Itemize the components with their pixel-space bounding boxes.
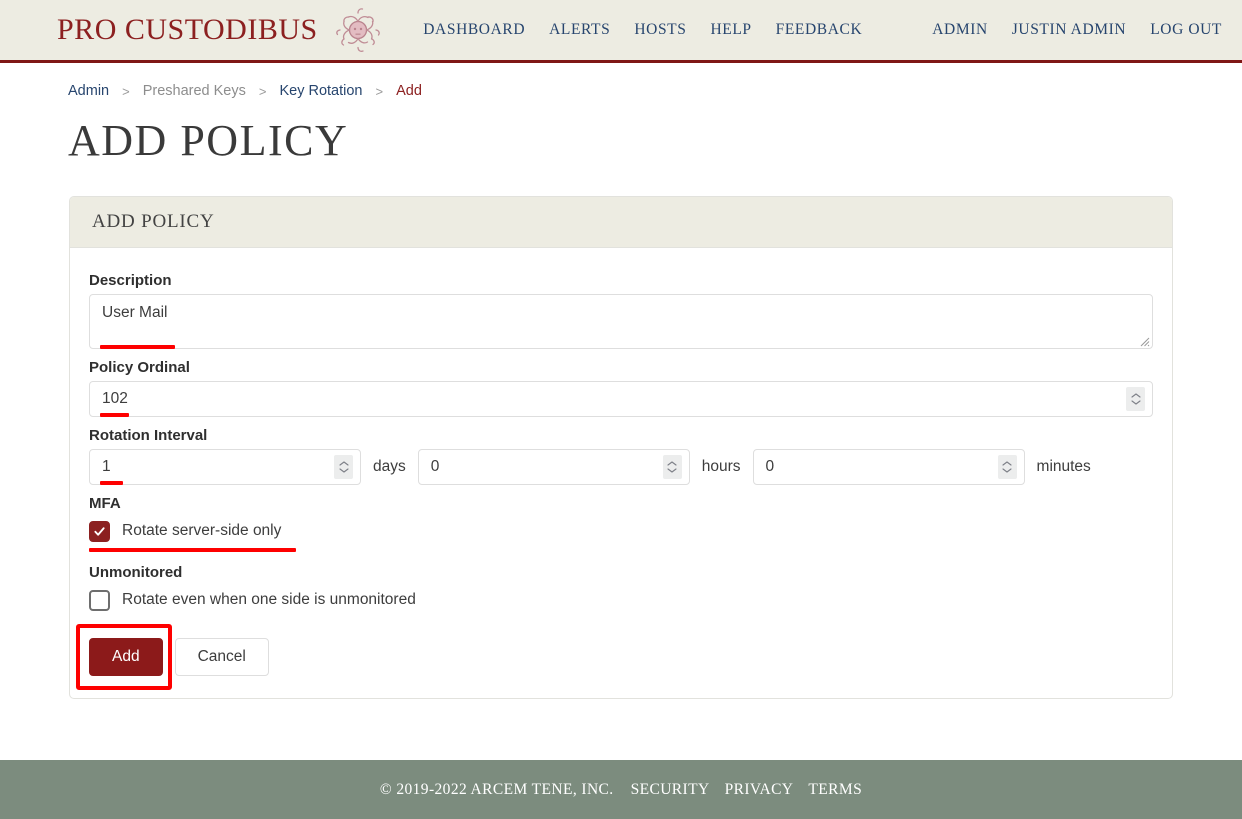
nav-link-alerts[interactable]: ALERTS — [549, 15, 610, 45]
rotation-minutes-unit: minutes — [1036, 458, 1091, 475]
rotation-hours-input[interactable] — [417, 449, 690, 485]
card-header: ADD POLICY — [70, 197, 1172, 248]
rotation-minutes-stepper[interactable] — [997, 455, 1017, 479]
chevron-up-icon — [667, 461, 677, 466]
footer-content: © 2019-2022 ARCEM TENE, INC. SECURITY PR… — [380, 781, 862, 799]
rotation-minutes-field-wrap — [752, 449, 1025, 485]
footer-link-security[interactable]: SECURITY — [631, 781, 710, 799]
nav-link-dashboard[interactable]: DASHBOARD — [423, 15, 525, 45]
policy-ordinal-label: Policy Ordinal — [89, 359, 190, 376]
rotation-minutes-input[interactable] — [752, 449, 1025, 485]
chevron-down-icon — [667, 468, 677, 473]
rotation-interval-label: Rotation Interval — [89, 427, 208, 444]
unmonitored-checkbox-row[interactable]: Rotate even when one side is unmonitored — [89, 586, 1153, 614]
description-input[interactable] — [89, 294, 1153, 349]
brand-name: PRO CUSTODIBUS — [57, 13, 318, 46]
nav-link-help[interactable]: HELP — [710, 15, 751, 45]
footer-copyright: © 2019-2022 ARCEM TENE, INC. — [379, 780, 614, 798]
breadcrumb-item-add: Add — [396, 83, 422, 99]
add-button[interactable]: Add — [89, 638, 163, 676]
rotation-days-unit: days — [373, 458, 406, 475]
breadcrumb-item-key-rotation[interactable]: Key Rotation — [279, 83, 362, 99]
rotation-days-stepper[interactable] — [334, 455, 353, 479]
breadcrumb-item-preshared-keys: Preshared Keys — [142, 83, 246, 99]
cancel-button[interactable]: Cancel — [174, 638, 269, 676]
rotation-hours-unit: hours — [701, 458, 741, 475]
mfa-checkbox-label: Rotate server-side only — [122, 522, 282, 539]
checkmark-icon — [94, 526, 105, 536]
breadcrumb-item-admin[interactable]: Admin — [68, 83, 109, 99]
main-navigation: DASHBOARD ALERTS HOSTS HELP FEEDBACK ADM… — [411, 15, 1242, 45]
mfa-checkbox[interactable] — [89, 520, 110, 542]
rotation-days-input[interactable] — [89, 449, 361, 485]
description-field-wrap — [89, 294, 1153, 349]
page-title: ADD POLICY — [68, 116, 349, 165]
policy-ordinal-stepper[interactable] — [1126, 387, 1145, 411]
site-header: PRO CUSTODIBUS DASHBOARD ALERTS HOSTS HE… — [0, 0, 1242, 63]
rotation-hours-field-wrap — [417, 449, 690, 485]
breadcrumb: Admin > Preshared Keys > Key Rotation > … — [0, 63, 1242, 99]
footer-link-privacy[interactable]: PRIVACY — [725, 781, 794, 799]
annotation-underline-rotation-days — [100, 481, 123, 485]
annotation-underline-description — [100, 345, 175, 349]
unmonitored-checkbox-label: Rotate even when one side is unmonitored — [122, 591, 416, 608]
breadcrumb-separator: > — [258, 83, 267, 99]
description-label: Description — [89, 272, 172, 289]
unmonitored-label: Unmonitored — [89, 564, 183, 581]
footer-link-terms[interactable]: TERMS — [808, 781, 862, 799]
nav-group-account: ADMIN JUSTIN ADMIN LOG OUT — [920, 15, 1242, 45]
rotation-interval-row: days hours — [89, 449, 1153, 485]
chevron-up-icon — [1130, 393, 1141, 398]
policy-ordinal-input[interactable] — [89, 381, 1153, 417]
mfa-label: MFA — [89, 495, 121, 512]
brand-logo[interactable]: PRO CUSTODIBUS — [57, 4, 384, 56]
site-footer: © 2019-2022 ARCEM TENE, INC. SECURITY PR… — [0, 760, 1242, 819]
annotation-underline-mfa — [89, 548, 296, 552]
card-body: Description Policy Ordinal — [70, 248, 1172, 698]
rotation-hours-stepper[interactable] — [662, 455, 682, 479]
card-header-title: ADD POLICY — [92, 211, 215, 232]
add-policy-card: ADD POLICY Description Policy Ordinal — [69, 196, 1173, 699]
annotation-underline-policy-ordinal — [100, 413, 129, 417]
mfa-checkbox-row[interactable]: Rotate server-side only — [89, 517, 1153, 545]
medusa-head-icon — [332, 4, 384, 56]
policy-ordinal-field-wrap — [89, 381, 1153, 417]
rotation-days-field-wrap — [89, 449, 361, 485]
nav-link-feedback[interactable]: FEEDBACK — [776, 15, 863, 45]
nav-group-primary: DASHBOARD ALERTS HOSTS HELP FEEDBACK — [411, 15, 882, 45]
nav-link-admin[interactable]: ADMIN — [932, 15, 988, 45]
chevron-up-icon — [338, 461, 349, 466]
nav-link-log-out[interactable]: LOG OUT — [1150, 15, 1222, 45]
nav-link-user-profile[interactable]: JUSTIN ADMIN — [1012, 15, 1126, 45]
form-actions: Add Cancel — [76, 624, 1153, 690]
breadcrumb-separator: > — [122, 83, 130, 99]
chevron-down-icon — [1002, 468, 1012, 473]
chevron-up-icon — [1002, 461, 1012, 466]
unmonitored-checkbox[interactable] — [89, 589, 110, 611]
chevron-down-icon — [1130, 400, 1141, 405]
nav-link-hosts[interactable]: HOSTS — [634, 15, 686, 45]
breadcrumb-separator: > — [375, 83, 384, 99]
chevron-down-icon — [338, 468, 349, 473]
